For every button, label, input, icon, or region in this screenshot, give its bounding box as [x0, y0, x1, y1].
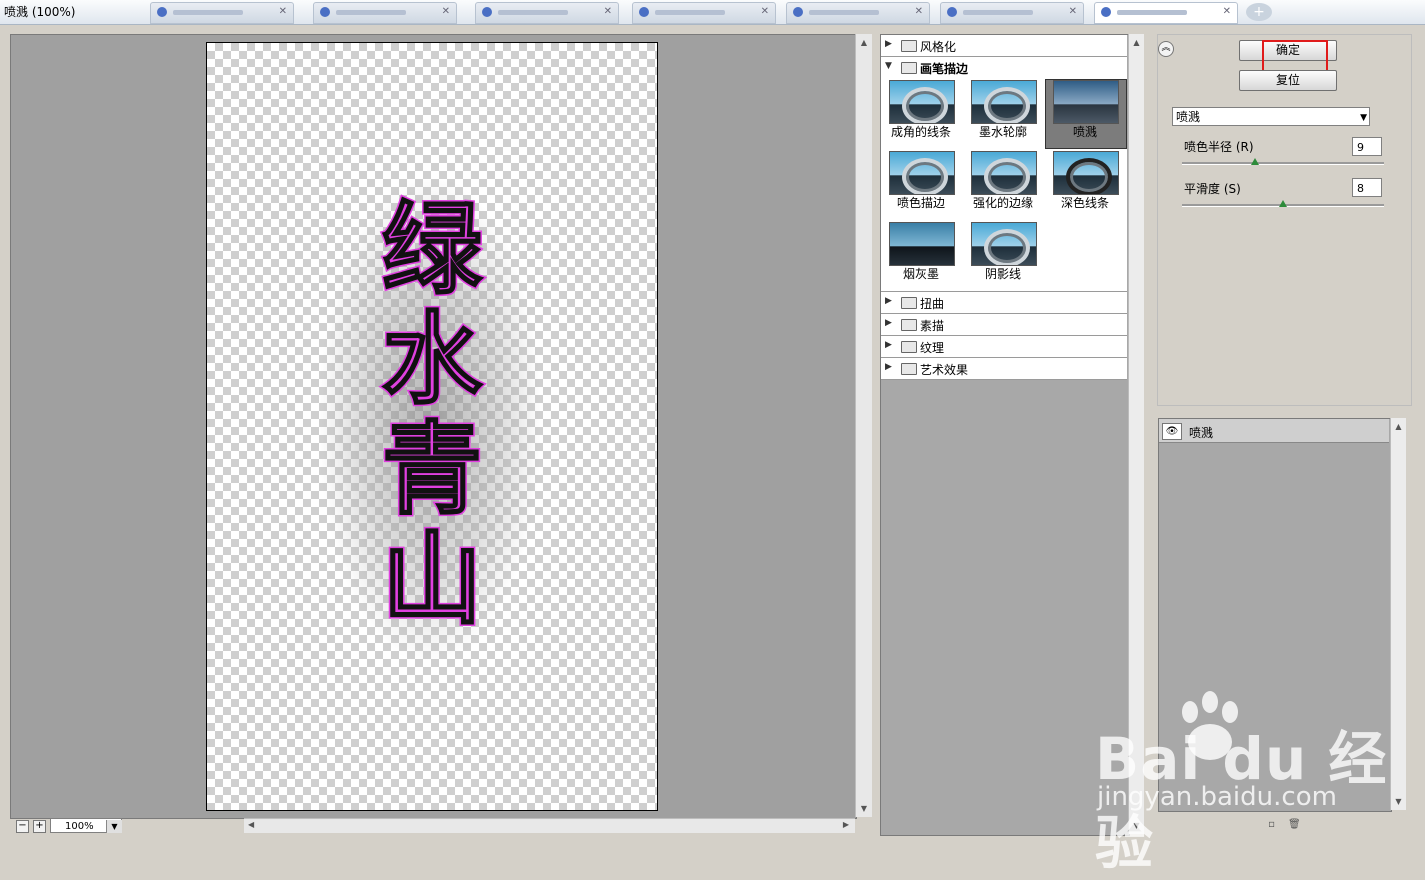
collapse-triangle-icon: ▼: [885, 61, 892, 71]
preview-hscrollbar[interactable]: ◀ ▶: [244, 818, 855, 833]
scroll-right-icon[interactable]: ▶: [843, 820, 849, 829]
expand-triangle-icon: ▶: [885, 39, 892, 49]
glyph-4: 山: [380, 521, 485, 638]
folder-icon: [901, 341, 917, 353]
slider-knob-radius[interactable]: [1250, 158, 1259, 165]
category-brush-strokes[interactable]: ▼ 画笔描边: [881, 57, 1127, 79]
zoom-dropdown-icon[interactable]: ▼: [106, 820, 122, 833]
scroll-left-icon[interactable]: ◀: [248, 820, 254, 829]
browser-tab[interactable]: ✕: [786, 2, 930, 24]
browser-tab[interactable]: ✕: [632, 2, 776, 24]
thumb-angled-strokes[interactable]: [889, 80, 955, 124]
effect-layer-name: 喷溅: [1189, 426, 1214, 440]
preview-vscrollbar[interactable]: ▲ ▼: [855, 34, 872, 817]
param-input-radius[interactable]: 9: [1352, 137, 1382, 156]
folder-icon: [901, 319, 917, 331]
folder-icon: [901, 363, 917, 375]
param-label-smoothness: 平滑度 (S): [1184, 182, 1241, 196]
slider-knob-smoothness[interactable]: [1279, 200, 1287, 207]
glyph-3: 青: [380, 411, 485, 528]
expand-triangle-icon: ▶: [885, 340, 892, 350]
zoom-in-button[interactable]: +: [33, 820, 46, 833]
thumb-dark-strokes[interactable]: [1053, 151, 1119, 195]
browser-tab[interactable]: ✕: [475, 2, 619, 24]
thumb-label: 强化的边缘: [972, 196, 1033, 210]
param-input-smoothness[interactable]: 8: [1352, 178, 1382, 197]
category-stylize[interactable]: ▶ 风格化: [881, 35, 1127, 57]
param-label-radius: 喷色半径 (R): [1184, 140, 1254, 154]
ok-highlight-box: [1262, 40, 1328, 72]
browser-tab[interactable]: ✕: [940, 2, 1084, 24]
folder-icon: [901, 40, 917, 52]
dropdown-arrow-icon: ▼: [1360, 113, 1367, 123]
thumb-ink-outlines[interactable]: [971, 80, 1037, 124]
browser-tab-active[interactable]: ✕: [1094, 2, 1238, 24]
collapse-chevron-icon[interactable]: ︽: [1158, 41, 1174, 57]
category-artistic[interactable]: ▶ 艺术效果: [881, 358, 1127, 380]
param-slider-radius[interactable]: [1182, 162, 1384, 165]
category-sketch[interactable]: ▶ 素描: [881, 314, 1127, 336]
folder-icon: [901, 62, 917, 74]
zoom-out-button[interactable]: −: [16, 820, 29, 833]
thumb-label: 墨水轮廓: [978, 125, 1027, 139]
thumb-crosshatch[interactable]: [971, 222, 1037, 266]
thumb-spatter[interactable]: [1053, 80, 1119, 124]
thumb-label: 成角的线条: [890, 125, 951, 139]
thumb-accented-edges[interactable]: [971, 151, 1037, 195]
reset-button[interactable]: 复位: [1239, 70, 1337, 91]
thumb-label: 喷色描边: [896, 196, 945, 210]
browser-tab[interactable]: ✕: [150, 2, 294, 24]
thumb-label: 深色线条: [1060, 196, 1109, 210]
eye-icon[interactable]: 👁: [1162, 423, 1182, 440]
thumb-label: 烟灰墨: [902, 267, 939, 281]
filter-select[interactable]: 喷溅 ▼: [1172, 107, 1370, 126]
thumb-sprayed-strokes[interactable]: [889, 151, 955, 195]
scroll-up-icon[interactable]: ▲: [856, 38, 872, 47]
watermark-url: jingyan.baidu.com: [1097, 782, 1337, 812]
thumb-label: 喷溅: [1072, 125, 1097, 139]
browser-tab[interactable]: ✕: [313, 2, 457, 24]
category-texture[interactable]: ▶ 纹理: [881, 336, 1127, 358]
expand-triangle-icon: ▶: [885, 296, 892, 306]
filter-select-value: 喷溅: [1176, 110, 1201, 124]
category-distort[interactable]: ▶ 扭曲: [881, 292, 1127, 314]
glyph-2: 水: [380, 301, 485, 418]
thumb-label: 阴影线: [984, 267, 1021, 281]
window-title: 喷溅 (100%): [4, 5, 76, 19]
scroll-up-icon[interactable]: ▲: [1391, 422, 1406, 431]
glyph-1: 绿: [380, 191, 485, 308]
scroll-up-icon[interactable]: ▲: [1129, 38, 1144, 47]
thumb-sumi-e[interactable]: [889, 222, 955, 266]
new-tab-button[interactable]: +: [1246, 3, 1272, 21]
expand-triangle-icon: ▶: [885, 318, 892, 328]
folder-icon: [901, 297, 917, 309]
scroll-down-icon[interactable]: ▼: [856, 804, 872, 813]
expand-triangle-icon: ▶: [885, 362, 892, 372]
